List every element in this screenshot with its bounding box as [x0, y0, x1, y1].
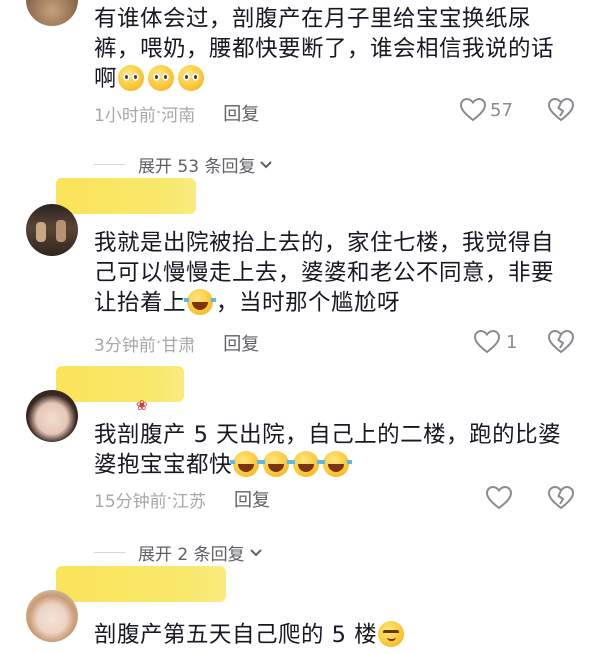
username-mask: [56, 366, 184, 402]
pleading-face-emoji: [118, 65, 145, 91]
pleading-face-emoji: [178, 65, 205, 91]
heart-icon: [474, 330, 500, 354]
comment-time: 15分钟前: [94, 491, 167, 512]
rolling-laugh-emoji: [230, 451, 263, 477]
chevron-down-icon: [249, 548, 262, 556]
comment-time: 3分钟前: [94, 335, 156, 356]
comment-location: 江苏: [172, 491, 207, 512]
comment-meta: 1小时前 · 河南 回复: [94, 100, 259, 126]
dislike-button[interactable]: [547, 485, 575, 514]
avatar[interactable]: [26, 0, 78, 26]
broken-heart-icon: [547, 329, 575, 354]
broken-heart-icon: [547, 97, 575, 122]
rolling-laugh-emoji: [184, 289, 217, 315]
avatar[interactable]: [26, 204, 78, 256]
rolling-laugh-emoji: [260, 451, 293, 477]
comment-meta: 3分钟前 · 甘肃 回复: [94, 330, 259, 356]
username-mask: [56, 566, 226, 602]
reply-button[interactable]: 回复: [234, 486, 270, 512]
expand-replies-button[interactable]: 展开 2 条回复: [94, 540, 263, 565]
broken-heart-icon: [547, 485, 575, 510]
smirk-emoji: [378, 621, 405, 647]
like-button[interactable]: [486, 486, 512, 510]
chevron-down-icon: [260, 160, 273, 168]
divider: [94, 552, 126, 553]
comment-location: 甘肃: [161, 335, 196, 356]
comment-text: 剖腹产第五天自己爬的 5 楼: [94, 620, 574, 650]
username-mask: [56, 178, 196, 214]
avatar[interactable]: [26, 590, 78, 642]
dislike-button[interactable]: [547, 329, 575, 358]
comment-text: 我剖腹产 5 天出院，自己上的二楼，跑的比婆 婆抱宝宝都快: [94, 422, 562, 478]
like-button[interactable]: 1: [474, 330, 517, 354]
comment-text: 我就是出院被抬上去的，家住七楼，我觉得自 己可以慢慢走上去，婆婆和老公不同意，非…: [94, 230, 555, 316]
expand-replies-button[interactable]: 展开 53 条回复: [94, 152, 273, 177]
pleading-face-emoji: [148, 65, 175, 91]
divider: [94, 164, 126, 165]
like-count: 57: [490, 99, 513, 121]
dislike-button[interactable]: [547, 97, 575, 126]
like-count: 1: [506, 331, 518, 353]
rolling-laugh-emoji: [320, 451, 353, 477]
comment-text: 有谁体会过，剖腹产在月子里给宝宝换纸尿 裤，喂奶，腰都快要断了，谁会相信我说的话…: [94, 6, 555, 92]
flower-icon: ❀: [136, 398, 148, 414]
avatar[interactable]: [26, 390, 78, 442]
like-button[interactable]: 57: [460, 98, 513, 122]
rolling-laugh-emoji: [290, 451, 323, 477]
comment-time: 1小时前: [94, 105, 156, 126]
heart-icon: [460, 98, 486, 122]
comment-meta: 15分钟前 · 江苏 回复: [94, 486, 270, 512]
reply-button[interactable]: 回复: [223, 330, 259, 356]
comment-location: 河南: [161, 105, 196, 126]
heart-icon: [486, 486, 512, 510]
reply-button[interactable]: 回复: [223, 100, 259, 126]
